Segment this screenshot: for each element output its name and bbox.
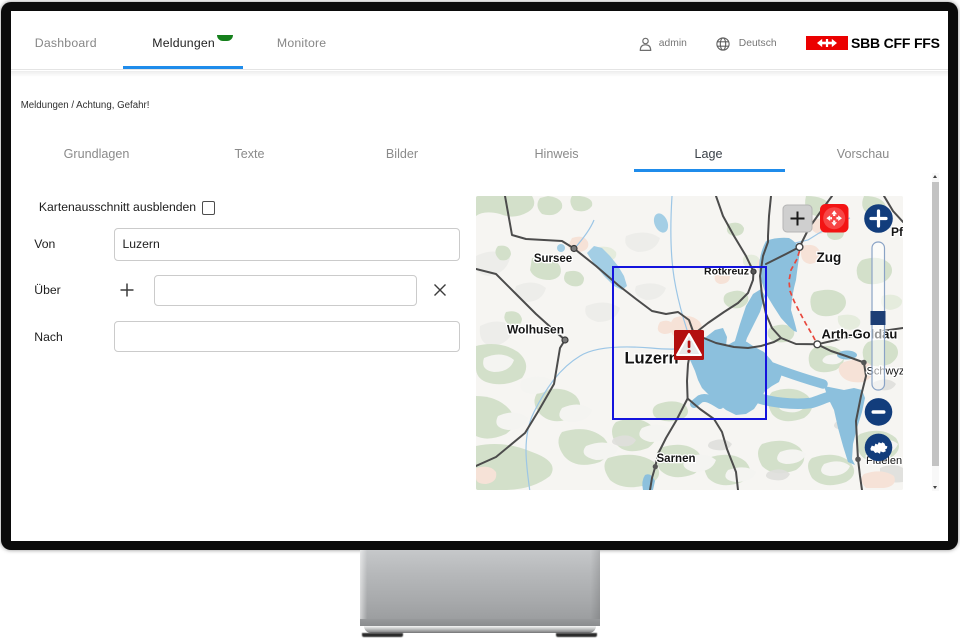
svg-text:Arth-Goldau: Arth-Goldau [822,327,898,342]
svg-text:Pf: Pf [891,225,903,239]
svg-text:Zug: Zug [817,250,842,265]
svg-text:Sursee: Sursee [534,253,572,265]
svg-text:Luzern: Luzern [624,350,678,368]
svg-text:Sarnen: Sarnen [657,453,696,465]
svg-text:Wolhusen: Wolhusen [507,323,564,337]
